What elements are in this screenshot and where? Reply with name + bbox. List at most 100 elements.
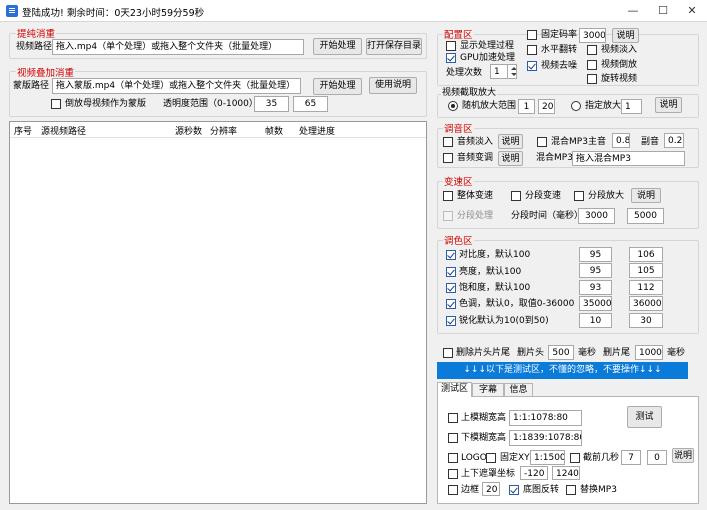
h-flip-checkbox[interactable] [527,45,537,55]
fixed-zoom-input[interactable]: 1 [621,99,642,114]
segment-zoom-checkbox[interactable] [574,191,584,201]
upper-blur-checkbox[interactable] [448,413,458,423]
reverse-video-checkbox[interactable] [587,60,597,70]
config-help-button[interactable]: 说明 [612,28,639,43]
hue-checkbox[interactable] [446,299,456,309]
audio-help-button-1[interactable]: 说明 [498,134,523,149]
overall-speed-checkbox[interactable] [443,191,453,201]
gpu-accel-checkbox[interactable] [446,53,456,63]
brightness-min-input[interactable]: 95 [579,263,612,278]
fixed-zoom-radio[interactable] [571,101,581,111]
denoise-checkbox[interactable] [527,61,537,71]
replace-mp3-checkbox[interactable] [566,485,576,495]
fade-in-checkbox[interactable] [587,45,597,55]
denoise-label: 视频去噪 [541,61,578,71]
cover-coord-input-a[interactable]: -120 [520,466,548,480]
saturation-max-input[interactable]: 112 [629,280,663,295]
random-min-input[interactable]: 1 [518,99,535,114]
video-table[interactable]: 序号 源视频路径 源秒数 分辨率 帧数 处理进度 [9,121,427,504]
main-volume-input[interactable]: 0.8 [612,133,630,148]
sharpen-label: 锐化默认为10(0到50) [459,316,549,326]
pitch-shift-checkbox[interactable] [443,153,453,163]
speed-group-label: 变速区 [443,174,474,188]
contrast-max-input[interactable]: 106 [629,247,663,262]
reverse-mask-checkbox[interactable] [51,99,61,109]
tab-subtitle[interactable]: 字幕 [472,383,504,397]
mix-mp3-checkbox[interactable] [537,137,547,147]
cut-front-checkbox[interactable] [570,453,580,463]
hue-max-input[interactable]: 36000 [629,296,663,311]
rotate-video-checkbox[interactable] [587,74,597,84]
lower-blur-checkbox[interactable] [448,433,458,443]
sharpen-checkbox[interactable] [446,316,456,326]
fixed-xy-checkbox[interactable] [486,453,496,463]
saturation-min-input[interactable]: 93 [579,280,612,295]
opacity-min-input[interactable]: 35 [254,96,289,112]
segment-process-checkbox[interactable] [443,211,453,221]
gpu-accel-label: GPU加速处理 [460,53,515,63]
h-flip-label: 水平翻转 [541,45,578,55]
title-bar: 登陆成功! 剩余时间：0天23小时59分59秒 — ☐ ✕ [0,0,707,22]
spinner-arrows-icon[interactable] [507,65,516,78]
hue-min-input[interactable]: 35000 [579,296,612,311]
brightness-max-input[interactable]: 105 [629,263,663,278]
test-button[interactable]: 测试 [627,406,662,428]
sub-volume-input[interactable]: 0.2 [664,133,684,148]
border-input[interactable]: 20 [482,482,500,496]
maximize-button[interactable]: ☐ [648,0,678,22]
delete-head-tail-checkbox[interactable] [443,348,453,358]
audio-fade-in-checkbox[interactable] [443,137,453,147]
border-checkbox[interactable] [448,485,458,495]
test-help-button[interactable]: 说明 [672,448,694,463]
segment-speed-checkbox[interactable] [511,191,521,201]
random-zoom-radio[interactable] [448,101,458,111]
tail-trim-input[interactable]: 1000 [635,345,663,360]
opacity-max-input[interactable]: 65 [293,96,328,112]
logo-checkbox[interactable] [448,453,458,463]
cover-coord-checkbox[interactable] [448,469,458,479]
contrast-checkbox[interactable] [446,250,456,260]
saturation-checkbox[interactable] [446,283,456,293]
brightness-checkbox[interactable] [446,267,456,277]
segment-min-input[interactable]: 3000 [578,208,615,224]
tab-info[interactable]: 信息 [504,383,533,397]
edge-invert-checkbox[interactable] [509,485,519,495]
test-area-notice: ↓↓↓以下是测试区，不懂的忽略，不要操作↓↓↓ [437,362,688,379]
show-process-checkbox[interactable] [446,41,456,51]
minimize-button[interactable]: — [618,0,648,22]
sharpen-min-input[interactable]: 10 [579,313,612,328]
head-trim-input[interactable]: 500 [548,345,574,360]
open-folder-button[interactable]: 打开保存目录 [366,38,422,55]
segment-zoom-label: 分段放大 [588,191,625,201]
mix-mp3-input[interactable]: 拖入混合MP3 [572,151,685,166]
video-path-input[interactable]: 拖入.mp4（单个处理）或拖入整个文件夹（批量处理） [52,39,304,55]
overlay-start-button[interactable]: 开始处理 [313,78,362,95]
bitrate-input[interactable]: 3000k [579,28,606,43]
column-header-seconds: 源秒数 [175,127,203,137]
crop-help-button[interactable]: 说明 [655,97,682,113]
opacity-label: 透明度范围（0-1000） [163,99,258,109]
sharpen-max-input[interactable]: 30 [629,313,663,328]
process-times-select[interactable]: 1 [490,64,517,79]
extract-start-button[interactable]: 开始处理 [313,38,362,55]
column-header-frames: 帧数 [265,127,284,137]
overall-speed-label: 整体变速 [457,191,494,201]
mask-path-input[interactable]: 拖入蒙版.mp4（单个处理）或拖入整个文件夹（批量处理） [52,78,301,94]
tab-test[interactable]: 测试区 [437,382,472,397]
lower-blur-input[interactable]: 1:1839:1078:80 [509,430,582,446]
segment-max-input[interactable]: 5000 [627,208,664,224]
cut-front-input-b[interactable]: 0 [647,450,667,465]
upper-blur-input[interactable]: 1:1:1078:80 [509,410,582,426]
contrast-min-input[interactable]: 95 [579,247,612,262]
cover-coord-input-b[interactable]: 1240 [552,466,580,480]
replace-mp3-label: 替换MP3 [580,485,617,495]
fixed-xy-input[interactable]: 1:1500 [530,450,565,465]
overlay-help-button[interactable]: 使用说明 [369,77,417,94]
close-button[interactable]: ✕ [677,0,707,22]
fixed-bitrate-checkbox[interactable] [527,30,537,40]
random-max-input[interactable]: 20 [538,99,555,114]
cut-front-input-a[interactable]: 7 [621,450,641,465]
mix-mp3-path-label: 混合MP3 [536,153,573,163]
audio-help-button-2[interactable]: 说明 [498,151,523,166]
speed-help-button[interactable]: 说明 [631,188,661,203]
